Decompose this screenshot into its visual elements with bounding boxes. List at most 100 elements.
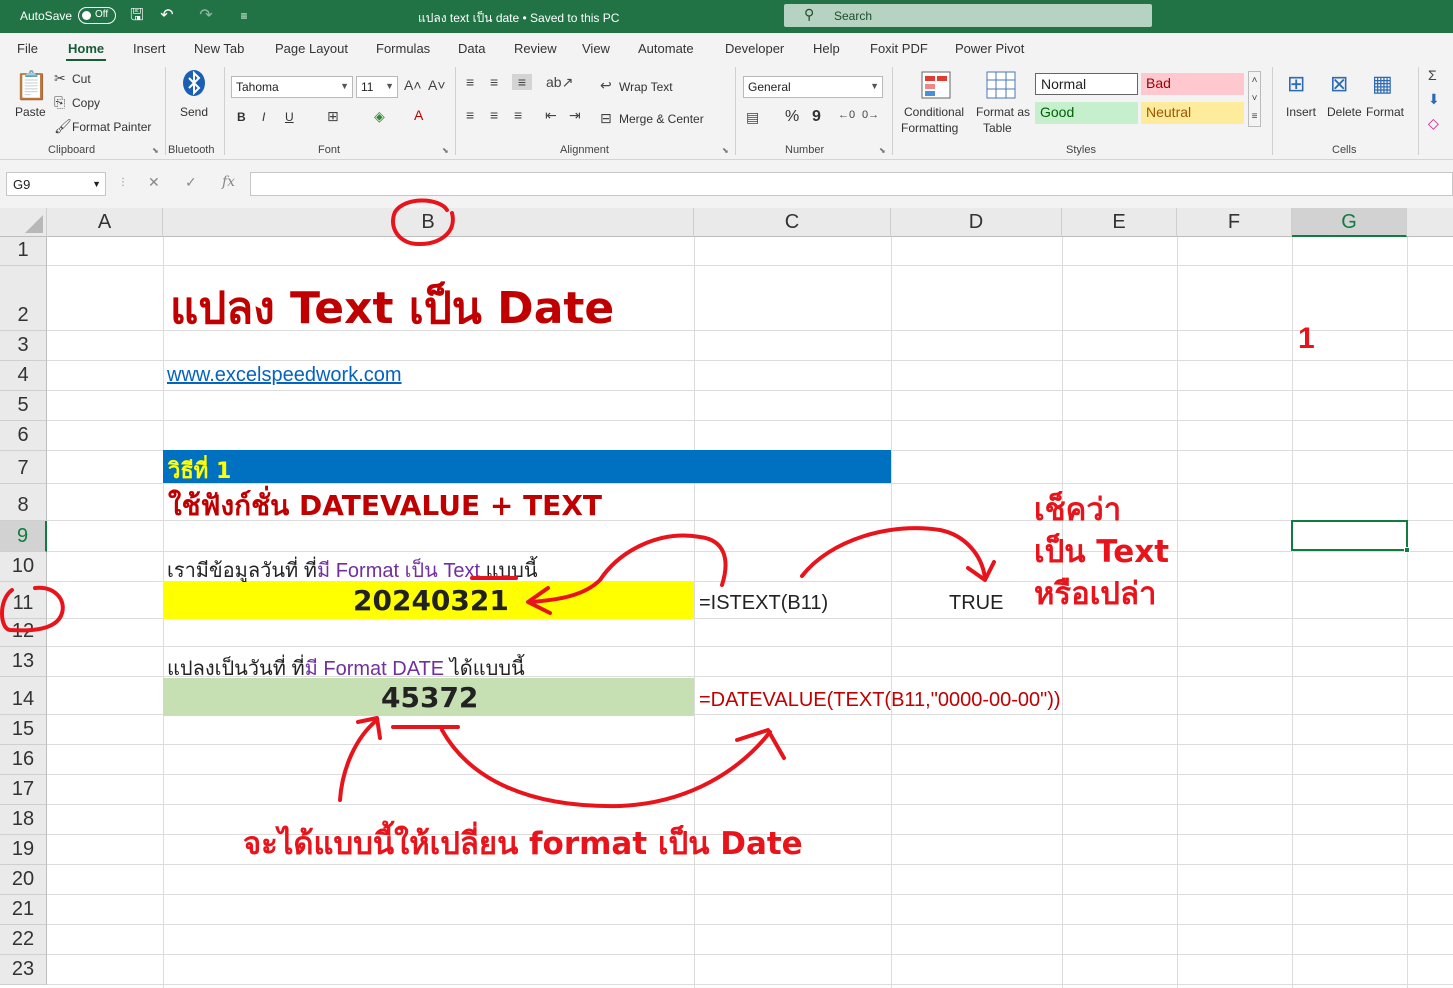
decrease-font-icon[interactable]: A˅ bbox=[428, 77, 446, 93]
cancel-formula-icon[interactable]: ✕ bbox=[148, 174, 160, 191]
tab-page-layout[interactable]: Page Layout bbox=[275, 41, 348, 56]
cell-d11[interactable]: TRUE bbox=[949, 592, 1003, 615]
name-box[interactable]: G9 ▼ bbox=[6, 172, 106, 196]
format-painter-button[interactable]: Format Painter bbox=[72, 120, 151, 134]
cell-b11[interactable]: 20240321 bbox=[353, 584, 509, 617]
format-button[interactable]: Format bbox=[1366, 105, 1404, 119]
decrease-indent-icon[interactable]: ⇤ bbox=[545, 107, 557, 124]
row-header-5[interactable]: 5 bbox=[0, 391, 47, 421]
increase-decimal-icon[interactable]: ←0 bbox=[838, 109, 855, 121]
row-header-23[interactable]: 23 bbox=[0, 955, 47, 985]
tab-power-pivot[interactable]: Power Pivot bbox=[955, 41, 1024, 56]
row-header-13[interactable]: 13 bbox=[0, 647, 47, 677]
insert-cells-icon[interactable]: ⊞ bbox=[1287, 71, 1305, 97]
font-name-select[interactable]: Tahoma ▼ bbox=[231, 76, 353, 98]
row-header-21[interactable]: 21 bbox=[0, 895, 47, 925]
align-center-icon[interactable]: ≡ bbox=[490, 107, 498, 123]
tab-file[interactable]: File bbox=[17, 41, 38, 56]
row-header-10[interactable]: 10 bbox=[0, 552, 47, 582]
customize-toolbar-icon[interactable]: ≡ bbox=[234, 6, 254, 26]
tab-view[interactable]: View bbox=[582, 41, 610, 56]
sheet-title[interactable]: แปลง Text เป็น Date bbox=[170, 273, 614, 343]
format-as-table-label-2[interactable]: Table bbox=[983, 121, 1012, 135]
borders-icon[interactable]: ⊞ bbox=[327, 108, 339, 125]
align-right-icon[interactable]: ≡ bbox=[514, 107, 522, 123]
delete-cells-icon[interactable]: ⊠ bbox=[1330, 71, 1348, 97]
selected-cell-g9[interactable] bbox=[1291, 520, 1410, 553]
fill-icon[interactable]: ⬇ bbox=[1428, 91, 1440, 108]
column-header-a[interactable]: A bbox=[47, 208, 163, 237]
increase-indent-icon[interactable]: ⇥ bbox=[569, 107, 581, 124]
wrap-text-button[interactable]: Wrap Text bbox=[619, 80, 673, 94]
cell-c14-formula[interactable]: =DATEVALUE(TEXT(B11,"0000-00-00")) bbox=[699, 689, 1061, 712]
conditional-formatting-label[interactable]: Conditional bbox=[904, 105, 964, 119]
autosave-toggle[interactable]: Off bbox=[78, 7, 116, 24]
format-cells-icon[interactable]: ▦ bbox=[1372, 71, 1393, 97]
cut-icon[interactable]: ✂ bbox=[54, 70, 66, 87]
cell-b7-fill[interactable] bbox=[163, 450, 891, 483]
cell-b14[interactable]: 45372 bbox=[381, 681, 478, 714]
row-header-7[interactable]: 7 bbox=[0, 451, 47, 484]
font-size-select[interactable]: 11 ▼ bbox=[356, 76, 398, 98]
website-link[interactable]: www.excelspeedwork.com bbox=[167, 364, 402, 387]
column-header-f[interactable]: F bbox=[1177, 208, 1292, 237]
comma-button[interactable]: 9 bbox=[812, 108, 821, 126]
conditional-formatting-icon[interactable] bbox=[921, 71, 951, 99]
font-launcher-icon[interactable]: ⬊ bbox=[442, 146, 449, 155]
row-header-3[interactable]: 3 bbox=[0, 331, 47, 361]
number-launcher-icon[interactable]: ⬊ bbox=[879, 146, 886, 155]
tab-developer[interactable]: Developer bbox=[725, 41, 784, 56]
bluetooth-icon[interactable] bbox=[182, 69, 206, 97]
underline-button[interactable]: U bbox=[285, 110, 294, 124]
row-header-2[interactable]: 2 bbox=[0, 266, 47, 331]
merge-center-button[interactable]: Merge & Center bbox=[619, 112, 704, 126]
column-header-g[interactable]: G bbox=[1292, 208, 1407, 237]
column-header-b[interactable]: B bbox=[163, 208, 694, 237]
tab-foxit-pdf[interactable]: Foxit PDF bbox=[870, 41, 928, 56]
align-bottom-icon[interactable]: ≡ bbox=[512, 74, 532, 90]
row-header-19[interactable]: 19 bbox=[0, 835, 47, 865]
column-header-h[interactable] bbox=[1407, 208, 1453, 237]
search-box[interactable]: ⚲ Search bbox=[784, 4, 1152, 27]
tab-review[interactable]: Review bbox=[514, 41, 557, 56]
row10-text[interactable]: เรามีข้อมูลวันที่ ที่มี Format เป็น Text… bbox=[167, 554, 538, 586]
document-title[interactable]: แปลง text เป็น date • Saved to this PC bbox=[418, 9, 619, 28]
enter-formula-icon[interactable]: ✓ bbox=[185, 174, 197, 191]
italic-button[interactable]: I bbox=[262, 110, 265, 124]
cell-g3[interactable]: 1 bbox=[1298, 322, 1315, 356]
copy-button[interactable]: Copy bbox=[72, 96, 100, 110]
percent-button[interactable]: % bbox=[785, 108, 799, 126]
bold-button[interactable]: B bbox=[237, 110, 246, 124]
row-header-16[interactable]: 16 bbox=[0, 745, 47, 775]
font-color-icon[interactable]: A bbox=[414, 107, 423, 123]
redo-icon[interactable]: ↷ bbox=[196, 6, 216, 26]
paste-icon[interactable]: 📋 bbox=[14, 69, 49, 102]
insert-button[interactable]: Insert bbox=[1286, 105, 1316, 119]
row-header-8[interactable]: 8 bbox=[0, 484, 47, 521]
row-header-20[interactable]: 20 bbox=[0, 865, 47, 895]
wrap-text-icon[interactable]: ↩ bbox=[600, 77, 612, 94]
save-icon[interactable]: 🖫 bbox=[127, 6, 147, 26]
align-left-icon[interactable]: ≡ bbox=[466, 107, 474, 123]
tab-help[interactable]: Help bbox=[813, 41, 840, 56]
method-description[interactable]: ใช้ฟังก์ชั่น DATEVALUE + TEXT bbox=[168, 484, 602, 528]
format-painter-icon[interactable]: 🖌 bbox=[54, 118, 72, 135]
tab-new-tab[interactable]: New Tab bbox=[194, 41, 244, 56]
row-header-1[interactable]: 1 bbox=[0, 237, 47, 266]
row-header-15[interactable]: 15 bbox=[0, 715, 47, 745]
fill-handle[interactable] bbox=[1404, 547, 1410, 553]
delete-button[interactable]: Delete bbox=[1327, 105, 1362, 119]
align-middle-icon[interactable]: ≡ bbox=[490, 74, 498, 90]
styles-scroll-icon[interactable]: ˄ ˅ ≡ bbox=[1248, 71, 1261, 127]
merge-center-icon[interactable]: ⊟ bbox=[600, 110, 612, 127]
row-header-11[interactable]: 11 bbox=[0, 582, 47, 619]
row-header-17[interactable]: 17 bbox=[0, 775, 47, 805]
cut-button[interactable]: Cut bbox=[72, 72, 91, 86]
send-button[interactable]: Send bbox=[180, 105, 208, 119]
style-neutral[interactable]: Neutral bbox=[1141, 102, 1244, 124]
column-header-d[interactable]: D bbox=[891, 208, 1062, 237]
cell-c11-formula[interactable]: =ISTEXT(B11) bbox=[699, 592, 828, 615]
row-header-18[interactable]: 18 bbox=[0, 805, 47, 835]
conditional-formatting-label-2[interactable]: Formatting bbox=[901, 121, 958, 135]
increase-font-icon[interactable]: A˄ bbox=[404, 77, 422, 93]
